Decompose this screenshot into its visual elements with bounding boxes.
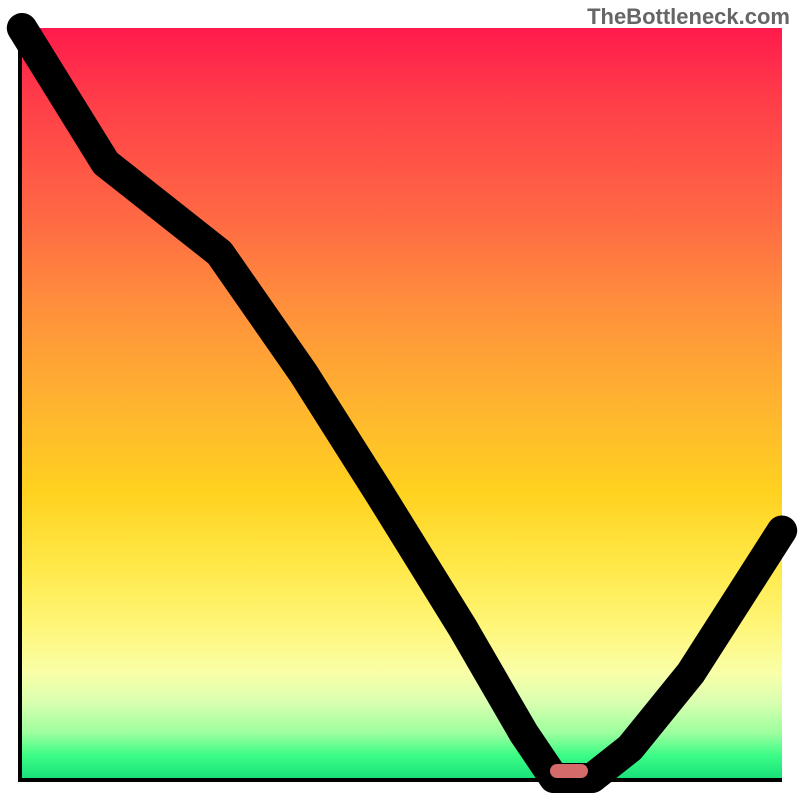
optimum-marker xyxy=(550,764,588,778)
watermark-text: TheBottleneck.com xyxy=(587,4,790,30)
chart-frame: TheBottleneck.com xyxy=(0,0,800,800)
plot-area xyxy=(18,28,782,782)
bottleneck-curve xyxy=(22,28,782,778)
curve-path xyxy=(22,28,782,778)
